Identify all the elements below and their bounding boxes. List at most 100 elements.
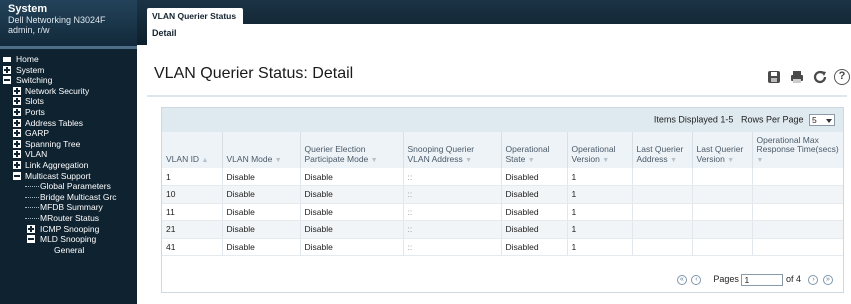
cell: Disabled bbox=[501, 220, 568, 239]
table-row[interactable]: 21 Disable Disable :: Disabled 1 bbox=[162, 220, 843, 239]
col-label: Last Querier Version bbox=[696, 144, 744, 164]
tab-vlan-querier-status[interactable]: VLAN Querier Status bbox=[147, 8, 243, 24]
nav-item-system[interactable]: System bbox=[0, 65, 137, 76]
col-last-querier-version[interactable]: Last Querier Version ▼ bbox=[692, 132, 753, 168]
cell bbox=[692, 203, 753, 221]
cell: :: bbox=[403, 168, 502, 186]
cell: Disabled bbox=[501, 185, 568, 204]
cell: :: bbox=[403, 185, 502, 204]
nav-label: Link Aggregation bbox=[25, 159, 89, 170]
sidebar: System Dell Networking N3024F admin, r/w… bbox=[0, 0, 137, 304]
nav-label: MFDB Summary bbox=[40, 202, 103, 213]
items-displayed: Items Displayed 1-5 bbox=[653, 114, 734, 125]
rows-per-page-select[interactable]: 5 bbox=[809, 114, 835, 126]
table-row[interactable]: 1 Disable Disable :: Disabled 1 bbox=[162, 168, 843, 186]
nav-item-global-parameters[interactable]: Global Parameters bbox=[0, 181, 137, 192]
subtab-detail[interactable]: Detail bbox=[152, 28, 177, 38]
nav-item-vlan[interactable]: VLAN bbox=[0, 149, 137, 160]
nav-item-ports[interactable]: Ports bbox=[0, 107, 137, 118]
tree-connector bbox=[25, 196, 39, 198]
expand-icon[interactable] bbox=[13, 97, 21, 106]
subtab-bar: Detail bbox=[147, 24, 851, 45]
save-icon[interactable] bbox=[766, 69, 782, 85]
page-number-input[interactable]: 1 bbox=[741, 273, 784, 286]
expand-icon[interactable] bbox=[13, 160, 21, 169]
nav-label: VLAN bbox=[25, 149, 48, 160]
col-vlan-id[interactable]: VLAN ID ▲ bbox=[162, 132, 223, 168]
cell: :: bbox=[403, 220, 502, 239]
expand-icon[interactable] bbox=[13, 107, 21, 116]
nav-label: Global Parameters bbox=[40, 181, 111, 192]
next-page-icon[interactable]: › bbox=[808, 274, 819, 285]
col-label: VLAN Mode bbox=[226, 153, 273, 164]
expand-icon[interactable] bbox=[13, 150, 21, 159]
first-page-icon[interactable]: « bbox=[676, 274, 687, 285]
cell: Disable bbox=[222, 168, 301, 186]
collapse-icon[interactable] bbox=[3, 76, 11, 85]
nav-label: MRouter Status bbox=[40, 212, 100, 223]
nav-item-address-tables[interactable]: Address Tables bbox=[0, 118, 137, 129]
collapse-icon[interactable] bbox=[13, 171, 21, 180]
table-row[interactable]: 10 Disable Disable :: Disabled 1 bbox=[162, 185, 843, 204]
col-operational-state[interactable]: Operational State ▼ bbox=[501, 132, 568, 168]
nav-label: General bbox=[54, 244, 85, 255]
nav-item-multicast-support[interactable]: Multicast Support bbox=[0, 171, 137, 182]
nav-item-slots[interactable]: Slots bbox=[0, 96, 137, 107]
sort-icon: ▼ bbox=[727, 156, 735, 164]
cell: Disable bbox=[300, 220, 404, 239]
col-snooping-address[interactable]: Snooping Querier VLAN Address ▼ bbox=[403, 132, 502, 168]
page-title: VLAN Querier Status: Detail bbox=[154, 65, 354, 82]
cell bbox=[752, 203, 843, 221]
cell: Disable bbox=[300, 238, 404, 256]
nav-item-switching[interactable]: Switching bbox=[0, 75, 137, 86]
cell bbox=[752, 185, 843, 204]
col-label: VLAN ID bbox=[166, 153, 200, 164]
expand-icon[interactable] bbox=[3, 65, 11, 74]
nav-item-mrouter-status[interactable]: MRouter Status bbox=[0, 213, 137, 224]
expand-icon[interactable] bbox=[13, 118, 21, 127]
nav-item-spanning-tree[interactable]: Spanning Tree bbox=[0, 139, 137, 150]
header-row: VLAN ID ▲ VLAN Mode ▼ Querier Election P… bbox=[162, 132, 843, 168]
nav-item-icmp-snooping[interactable]: ICMP Snooping bbox=[0, 224, 137, 235]
nav-item-network-security[interactable]: Network Security bbox=[0, 86, 137, 97]
cell: :: bbox=[403, 203, 502, 221]
nav-item-general[interactable]: General bbox=[0, 245, 137, 256]
sort-asc-icon: ▲ bbox=[201, 156, 209, 164]
sidebar-title: System bbox=[8, 3, 48, 15]
chevron-down-icon bbox=[826, 119, 832, 123]
col-last-querier-address[interactable]: Last Querier Address ▼ bbox=[632, 132, 693, 168]
expand-icon[interactable] bbox=[13, 86, 21, 95]
cell: Disable bbox=[222, 185, 301, 204]
cell: Disabled bbox=[501, 168, 568, 186]
cell: Disable bbox=[222, 238, 301, 256]
nav-item-link-aggregation[interactable]: Link Aggregation bbox=[0, 160, 137, 171]
col-max-response[interactable]: Operational Max Response Time(secs) ▼ bbox=[752, 132, 843, 168]
nav-label: GARP bbox=[25, 128, 50, 139]
cell: 1 bbox=[162, 168, 223, 186]
table-row[interactable]: 41 Disable Disable :: Disabled 1 bbox=[162, 238, 843, 256]
expand-icon[interactable] bbox=[13, 129, 21, 138]
expand-icon[interactable] bbox=[27, 224, 35, 233]
table-row[interactable]: 11 Disable Disable :: Disabled 1 bbox=[162, 203, 843, 221]
nav-item-mld-snooping[interactable]: MLD Snooping bbox=[0, 234, 137, 245]
prev-page-icon[interactable]: ‹ bbox=[691, 274, 702, 285]
cell bbox=[692, 168, 753, 186]
col-vlan-mode[interactable]: VLAN Mode ▼ bbox=[222, 132, 301, 168]
collapse-icon[interactable] bbox=[27, 235, 35, 244]
refresh-icon[interactable] bbox=[812, 69, 828, 85]
expand-icon[interactable] bbox=[13, 139, 21, 148]
title-divider bbox=[147, 95, 847, 97]
print-icon[interactable] bbox=[789, 69, 805, 85]
col-querier-election[interactable]: Querier Election Participate Mode ▼ bbox=[300, 132, 404, 168]
last-page-icon[interactable]: » bbox=[823, 274, 833, 285]
cell: Disable bbox=[222, 203, 301, 221]
col-operational-version[interactable]: Operational Version ▼ bbox=[567, 132, 633, 168]
help-icon[interactable]: ? bbox=[834, 69, 850, 85]
cell: Disabled bbox=[501, 203, 568, 221]
nav-item-mfdb-summary[interactable]: MFDB Summary bbox=[0, 202, 137, 213]
sort-icon: ▼ bbox=[274, 156, 282, 164]
nav-item-home[interactable]: Home bbox=[0, 54, 137, 65]
sort-icon: ▼ bbox=[670, 156, 677, 164]
nav-item-garp[interactable]: GARP bbox=[0, 128, 137, 139]
nav-item-bridge-multicast[interactable]: Bridge Multicast Grc bbox=[0, 192, 137, 203]
